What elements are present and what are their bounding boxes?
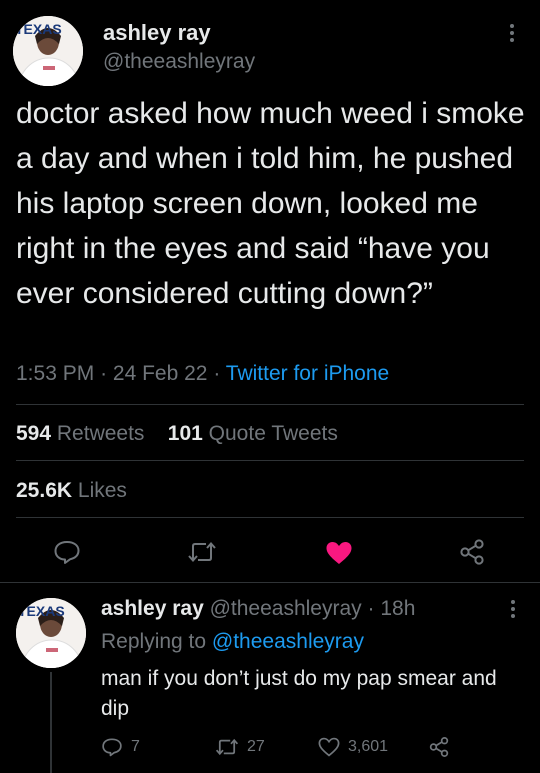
quotes-stat[interactable]: 101 Quote Tweets (168, 422, 338, 445)
replying-to-label: Replying to (101, 630, 207, 653)
reply-author-name[interactable]: ashley ray (101, 597, 204, 620)
author-avatar[interactable]: TEXAS (13, 16, 83, 86)
reply-like-action[interactable]: 3,601 (318, 737, 388, 757)
thread-line (50, 672, 52, 773)
reply-text: man if you don’t just do my pap smear an… (101, 667, 497, 720)
reply-icon (101, 737, 123, 757)
avatar-logo-text: TEXAS (15, 21, 62, 37)
retweet-icon (215, 737, 239, 757)
reply-author-handle[interactable]: @theeashleyray (210, 597, 362, 620)
replying-to-handle[interactable]: @theeashleyray (212, 630, 364, 653)
tweet-time[interactable]: 1:53 PM (16, 362, 94, 385)
quotes-label: Quote Tweets (208, 422, 338, 445)
reply-icon[interactable] (53, 539, 81, 565)
tweet-text: doctor asked how much weed i smoke a day… (16, 97, 525, 310)
engagement-stats: 594 Retweets 101 Quote Tweets (16, 422, 338, 446)
more-options-icon[interactable] (505, 22, 519, 44)
quotes-count: 101 (167, 422, 203, 445)
reply-retweet-action[interactable]: 27 (215, 737, 265, 757)
retweets-stat[interactable]: 594 Retweets (16, 422, 144, 445)
divider (16, 404, 524, 405)
tweet-date[interactable]: 24 Feb 22 (113, 362, 208, 385)
likes-count: 25.6K (16, 479, 73, 502)
reply-header: ashley ray @theeashleyray · 18h (101, 597, 415, 621)
author-handle[interactable]: @theeashleyray (103, 50, 255, 74)
like-outline-icon (318, 737, 340, 757)
tweet-source-link[interactable]: Twitter for iPhone (226, 362, 389, 385)
retweets-label: Retweets (56, 422, 145, 445)
divider (16, 517, 524, 518)
divider (0, 582, 540, 583)
likes-label: Likes (77, 479, 127, 502)
reply-reply-count: 7 (131, 738, 140, 755)
reply-retweet-count: 27 (247, 738, 265, 755)
meta-separator: · (100, 362, 108, 385)
retweets-count: 594 (16, 422, 52, 445)
reply-like-count: 3,601 (348, 738, 389, 755)
avatar-logo-text: TEXAS (18, 603, 65, 619)
like-icon[interactable] (325, 540, 353, 566)
share-icon[interactable] (458, 538, 486, 566)
meta-separator: · (213, 362, 221, 385)
meta-separator: · (367, 597, 375, 620)
reply-share-icon[interactable] (428, 736, 450, 758)
likes-stat[interactable]: 25.6K Likes (16, 479, 127, 503)
retweet-icon[interactable] (187, 540, 217, 564)
divider (16, 460, 524, 461)
reply-more-options-icon[interactable] (506, 598, 520, 620)
reply-age[interactable]: 18h (380, 597, 415, 620)
tweet-meta: 1:53 PM · 24 Feb 22 · Twitter for iPhone (16, 362, 389, 386)
reply-reply-action[interactable]: 7 (101, 737, 140, 757)
replying-to: Replying to @theeashleyray (101, 630, 364, 654)
author-name[interactable]: ashley ray (103, 20, 211, 46)
reply-author-avatar[interactable]: TEXAS (16, 598, 86, 668)
